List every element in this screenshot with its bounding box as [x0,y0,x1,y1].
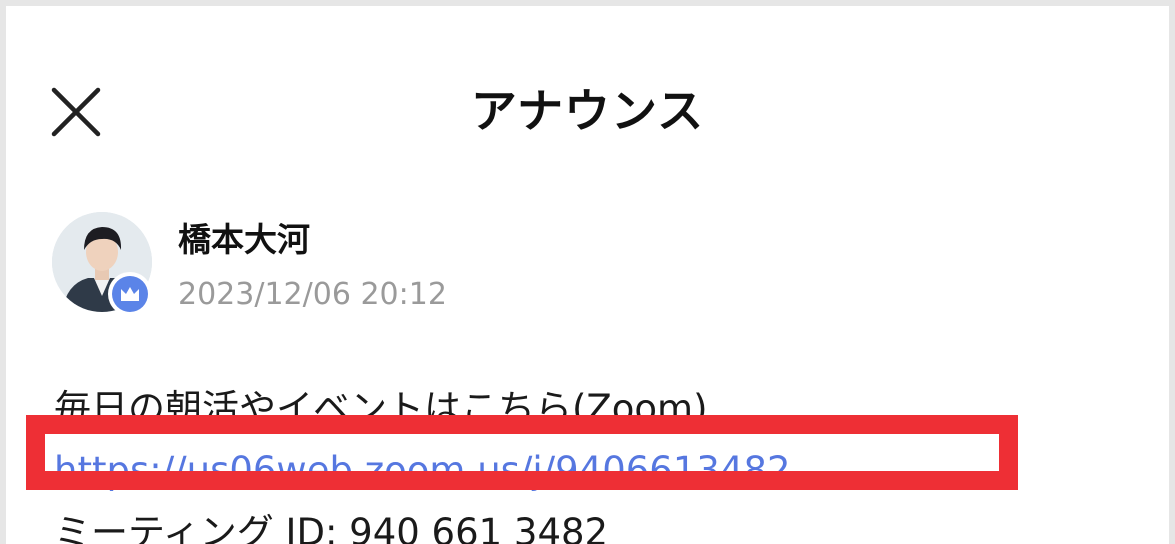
message-line: 毎日の朝活やイベントはこちら(Zoom) [54,387,708,430]
announcement-message: 毎日の朝活やイベントはこちら(Zoom) https://us06web.zoo… [54,378,1134,544]
announcement-panel: アナウンス 橋本大河 2023/12/06 20:12 毎日の朝活やイベントはこ… [6,6,1169,544]
page-title: アナウンス [470,84,705,138]
zoom-meeting-link[interactable]: https://us06web.zoom.us/j/9406613482 [54,440,1134,502]
author-name: 橋本大河 [178,220,310,259]
post-timestamp: 2023/12/06 20:12 [178,277,447,312]
crown-icon [121,287,139,301]
admin-badge [108,272,152,316]
meeting-id-line: ミーティング ID: 940 661 3482 [54,511,609,544]
